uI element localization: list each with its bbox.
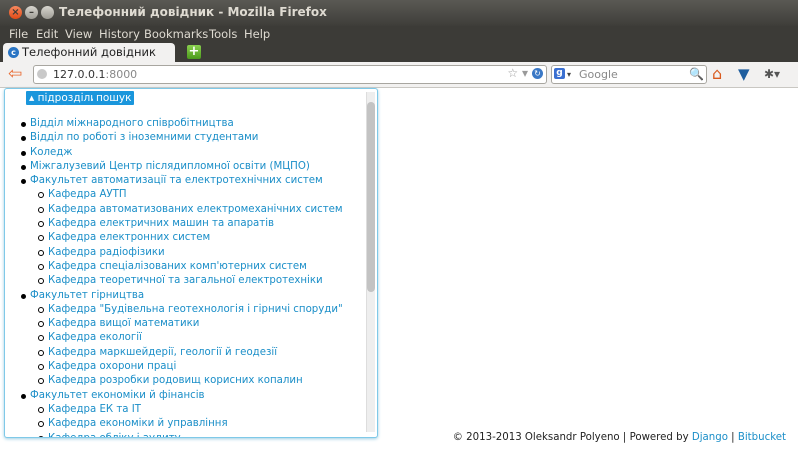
download-icon[interactable]: ▼	[738, 65, 750, 83]
magnifier-icon[interactable]: 🔍	[689, 67, 704, 82]
bullet-icon	[38, 221, 44, 228]
bullet-icon	[38, 321, 44, 328]
menu-help[interactable]: Help	[244, 26, 270, 42]
navigation-toolbar: ⇦ 127.0.0.1:8000 ☆ ▾ ↻ g ▾ Google 🔍 ⌂ ▼ …	[0, 62, 798, 88]
tab-phonebook[interactable]: c Телефонний довідник	[3, 43, 175, 62]
bookmark-star-icon[interactable]: ☆ ▾	[507, 66, 528, 81]
bullet-icon	[38, 335, 44, 342]
tree-item-label: Кафедра маркшейдерії, геології й геодезі…	[48, 346, 278, 358]
tree-item-label: Факультет гірництва	[30, 289, 145, 301]
window-titlebar: × – Телефонний довідник - Mozilla Firefo…	[0, 0, 798, 26]
tree-item-label: Відділ міжнародного співробітництва	[30, 118, 234, 129]
menu-view[interactable]: View	[65, 26, 92, 42]
search-input[interactable]: Google	[579, 67, 618, 82]
bullet-icon	[38, 421, 44, 428]
bullet-icon	[38, 378, 44, 385]
favicon-icon: c	[8, 47, 19, 58]
menu-bookmarks[interactable]: Bookmarks	[144, 26, 208, 42]
footer: © 2013-2013 Oleksandr Polyeno | Powered …	[452, 432, 786, 443]
bullet-icon	[38, 263, 44, 270]
window-title: Телефонний довідник - Mozilla Firefox	[59, 5, 327, 19]
tree-item-label: Коледж	[30, 146, 73, 158]
search-button[interactable]: пошук	[93, 91, 135, 105]
bullet-icon	[38, 249, 44, 256]
reload-icon[interactable]: ↻	[532, 68, 543, 79]
engine-dropdown-icon[interactable]: ▾	[567, 67, 571, 82]
menu-bar: File Edit View History Bookmarks Tools H…	[0, 26, 798, 42]
tree-item-label: Кафедра екології	[48, 332, 142, 344]
bullet-icon	[21, 136, 26, 142]
menu-history[interactable]: History	[99, 26, 140, 42]
bullet-icon	[38, 235, 44, 242]
tree-item-label: Кафедра охорони праці	[48, 361, 177, 373]
tab-bar: c Телефонний довідник +	[0, 42, 798, 62]
tree-item-label: Кафедра АУТП	[48, 189, 127, 201]
tree-item-label: Відділ по роботі з іноземними студентами	[30, 132, 259, 144]
bullet-icon	[21, 150, 26, 156]
tree-item-label: Міжгалузевий Центр післядипломної освіти…	[30, 160, 310, 172]
bullet-icon	[38, 364, 44, 371]
subdivisions-button[interactable]: ▴ підрозділи	[26, 91, 101, 105]
page-content: ▴ підрозділи пошук Відділ міжнародного с…	[0, 88, 798, 451]
tree-item-label: Кафедра розробки родовищ корисних копали…	[48, 375, 303, 387]
tree-item-label: Кафедра радіофізики	[48, 246, 165, 258]
minimize-window-button[interactable]: –	[25, 6, 38, 19]
close-window-button[interactable]: ×	[9, 6, 22, 19]
scrollbar-thumb[interactable]	[367, 102, 375, 292]
url-bar[interactable]: 127.0.0.1:8000 ☆ ▾ ↻	[33, 65, 547, 84]
tree-item-label: Кафедра ЕК та ІТ	[48, 403, 141, 415]
tab-label: Телефонний довідник	[22, 45, 156, 59]
site-identity-icon[interactable]	[37, 69, 47, 79]
bullet-icon	[21, 393, 26, 399]
maximize-window-button[interactable]	[41, 6, 54, 19]
bullet-icon	[38, 406, 44, 413]
tree-item-label: Кафедра вищої математики	[48, 318, 200, 330]
search-bar[interactable]: g ▾ Google 🔍	[551, 65, 707, 84]
tree-item-label: Кафедра електричних машин та апаратів	[48, 218, 275, 230]
bullet-icon	[38, 435, 44, 437]
new-tab-button[interactable]: +	[187, 45, 201, 59]
menu-file[interactable]: File	[9, 26, 28, 42]
tree-item-label: Кафедра спеціалізованих комп'ютерних сис…	[48, 260, 307, 272]
tree-item-label: Кафедра електронних систем	[48, 232, 211, 244]
tree-item-label: Кафедра автоматизованих електромеханічни…	[48, 203, 343, 215]
django-link[interactable]: Django	[692, 432, 728, 443]
bullet-icon	[38, 192, 44, 199]
tree-item-label: Кафедра обліку і аудиту	[48, 432, 181, 437]
bullet-icon	[21, 293, 26, 299]
tree-item-label: Кафедра економіки й управління	[48, 418, 228, 430]
panel-scrollbar[interactable]	[366, 92, 375, 432]
tree-item-label: Кафедра "Будівельна геотехнологія і гірн…	[48, 303, 343, 315]
bullet-icon	[21, 179, 26, 185]
bullet-icon	[38, 278, 44, 285]
url-text[interactable]: 127.0.0.1:8000	[53, 67, 137, 82]
bullet-icon	[38, 349, 44, 356]
menu-tools[interactable]: Tools	[209, 26, 237, 42]
bullet-icon	[21, 164, 26, 170]
tree-item-label: Кафедра теоретичної та загальної електро…	[48, 275, 323, 287]
home-icon[interactable]: ⌂	[712, 65, 722, 83]
back-arrow-icon[interactable]: ⇦	[8, 66, 22, 83]
subdivisions-panel: ▴ підрозділи пошук Відділ міжнародного с…	[4, 88, 378, 438]
menu-edit[interactable]: Edit	[36, 26, 58, 42]
google-engine-icon[interactable]: g	[554, 68, 565, 79]
extension-icon[interactable]: ✱▾	[764, 66, 780, 82]
bullet-icon	[38, 306, 44, 313]
tree-item-label: Факультет економіки й фінансів	[30, 389, 205, 401]
bitbucket-link[interactable]: Bitbucket	[738, 432, 786, 443]
tree-item-label: Факультет автоматизації та електротехніч…	[30, 175, 323, 187]
bullet-icon	[38, 206, 44, 213]
bullet-icon	[21, 122, 26, 127]
